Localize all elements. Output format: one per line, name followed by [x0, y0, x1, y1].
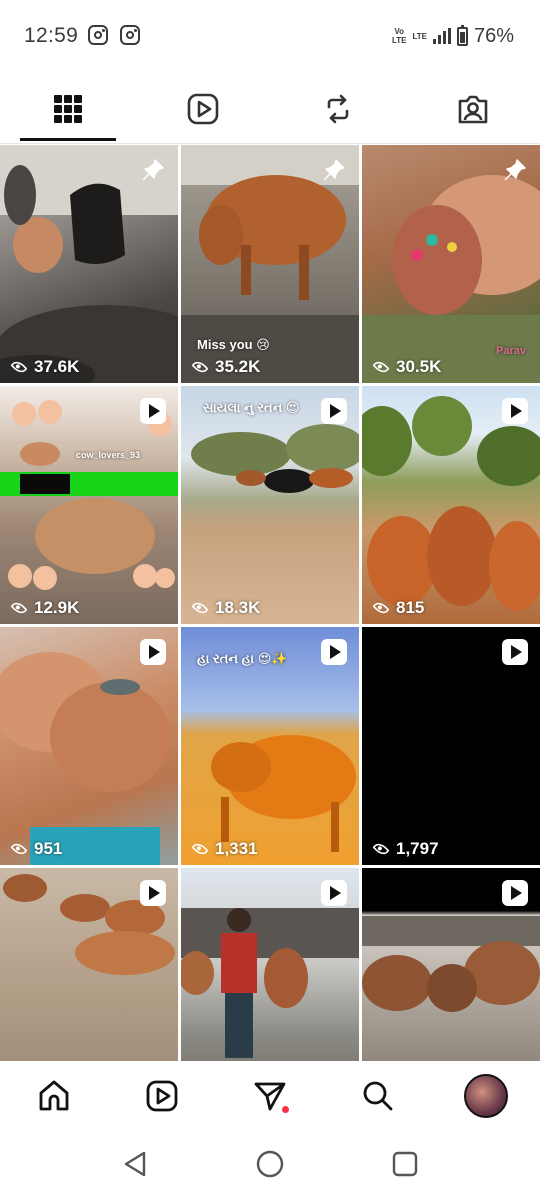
- pin-icon: [502, 157, 528, 183]
- eye-icon: [372, 840, 390, 858]
- bottom-nav: [0, 1061, 540, 1131]
- tab-posts-grid[interactable]: [0, 74, 135, 144]
- post-tile[interactable]: 951: [0, 627, 178, 865]
- grid-icon: [53, 95, 82, 123]
- post-tile[interactable]: 815: [362, 386, 540, 624]
- lte-label: LTE: [412, 31, 427, 41]
- home-circle-icon[interactable]: [255, 1149, 285, 1179]
- view-count: 1,797: [372, 839, 439, 859]
- back-icon[interactable]: [120, 1149, 150, 1179]
- reel-icon: [321, 398, 347, 424]
- tab-reels[interactable]: [135, 74, 270, 144]
- reel-icon: [502, 398, 528, 424]
- post-tile[interactable]: [0, 868, 178, 1061]
- view-count: 30.5K: [372, 357, 441, 377]
- status-indicators: Vo LTE LTE 76%: [392, 22, 514, 50]
- tagged-icon: [458, 95, 487, 124]
- status-time: 12:59: [24, 24, 79, 47]
- post-tile[interactable]: [362, 868, 540, 1061]
- pin-icon: [140, 157, 166, 183]
- eye-icon: [372, 599, 390, 617]
- nav-direct-messages[interactable]: [247, 1073, 293, 1119]
- eye-icon: [10, 358, 28, 376]
- tab-reposts[interactable]: [270, 74, 405, 144]
- posts-grid: 37.6K Miss you 😢 35.2K Parav 30.5K cow_l…: [0, 145, 540, 1061]
- nav-search[interactable]: [355, 1073, 401, 1119]
- reel-icon: [502, 880, 528, 906]
- instagram-icon: [120, 25, 140, 45]
- home-icon: [39, 1080, 69, 1111]
- post-tile[interactable]: 37.6K: [0, 145, 178, 383]
- reels-icon: [146, 1080, 178, 1112]
- post-tile[interactable]: [181, 868, 359, 1061]
- view-count: 1,331: [191, 839, 258, 859]
- nav-home[interactable]: [31, 1073, 77, 1119]
- signal-icon: [432, 28, 451, 44]
- view-count: 12.9K: [10, 598, 79, 618]
- post-caption: હા રતન હા 😍✨: [197, 651, 288, 666]
- battery-percent: 76%: [473, 24, 514, 47]
- repost-icon: [327, 94, 348, 124]
- view-count: 35.2K: [191, 357, 260, 377]
- post-caption: સાયલા નુ રતન 😍: [203, 400, 300, 415]
- view-count: 951: [10, 839, 62, 859]
- profile-avatar: [464, 1074, 508, 1118]
- nav-profile[interactable]: [463, 1073, 509, 1119]
- instagram-icon: [88, 25, 108, 45]
- view-count: 18.3K: [191, 598, 260, 618]
- eye-icon: [191, 358, 209, 376]
- view-count: 815: [372, 598, 424, 618]
- view-count: 37.6K: [10, 357, 79, 377]
- search-icon: [363, 1081, 393, 1111]
- notification-dot: [282, 1106, 289, 1113]
- post-tile[interactable]: Miss you 😢 35.2K: [181, 145, 359, 383]
- post-tile[interactable]: Parav 30.5K: [362, 145, 540, 383]
- eye-icon: [10, 599, 28, 617]
- post-tile[interactable]: cow_lovers_93 12.9K: [0, 386, 178, 624]
- post-caption: Miss you 😢: [197, 337, 270, 352]
- post-tile[interactable]: હા રતન હા 😍✨ 1,331: [181, 627, 359, 865]
- recents-icon[interactable]: [390, 1149, 420, 1179]
- tab-tagged[interactable]: [405, 74, 540, 144]
- battery-icon: [456, 24, 468, 46]
- reel-icon: [321, 639, 347, 665]
- reel-icon: [140, 398, 166, 424]
- reel-icon: [502, 639, 528, 665]
- profile-tab-bar: [0, 74, 540, 144]
- reel-icon: [140, 639, 166, 665]
- post-caption: Parav: [496, 345, 526, 357]
- eye-icon: [191, 599, 209, 617]
- reels-icon: [187, 93, 218, 125]
- status-bar: 12:59 Vo LTE LTE 76%: [0, 0, 540, 74]
- pin-icon: [321, 157, 347, 183]
- post-tile[interactable]: 1,797: [362, 627, 540, 865]
- reel-icon: [140, 880, 166, 906]
- reel-icon: [321, 880, 347, 906]
- nav-reels[interactable]: [139, 1073, 185, 1119]
- eye-icon: [191, 840, 209, 858]
- eye-icon: [372, 358, 390, 376]
- post-caption: cow_lovers_93: [76, 450, 141, 460]
- volte-label: Vo LTE: [391, 27, 407, 45]
- system-nav-bar: [0, 1131, 540, 1200]
- post-tile[interactable]: સાયલા નુ રતન 😍 18.3K: [181, 386, 359, 624]
- eye-icon: [10, 840, 28, 858]
- selected-tab-indicator: [20, 138, 116, 141]
